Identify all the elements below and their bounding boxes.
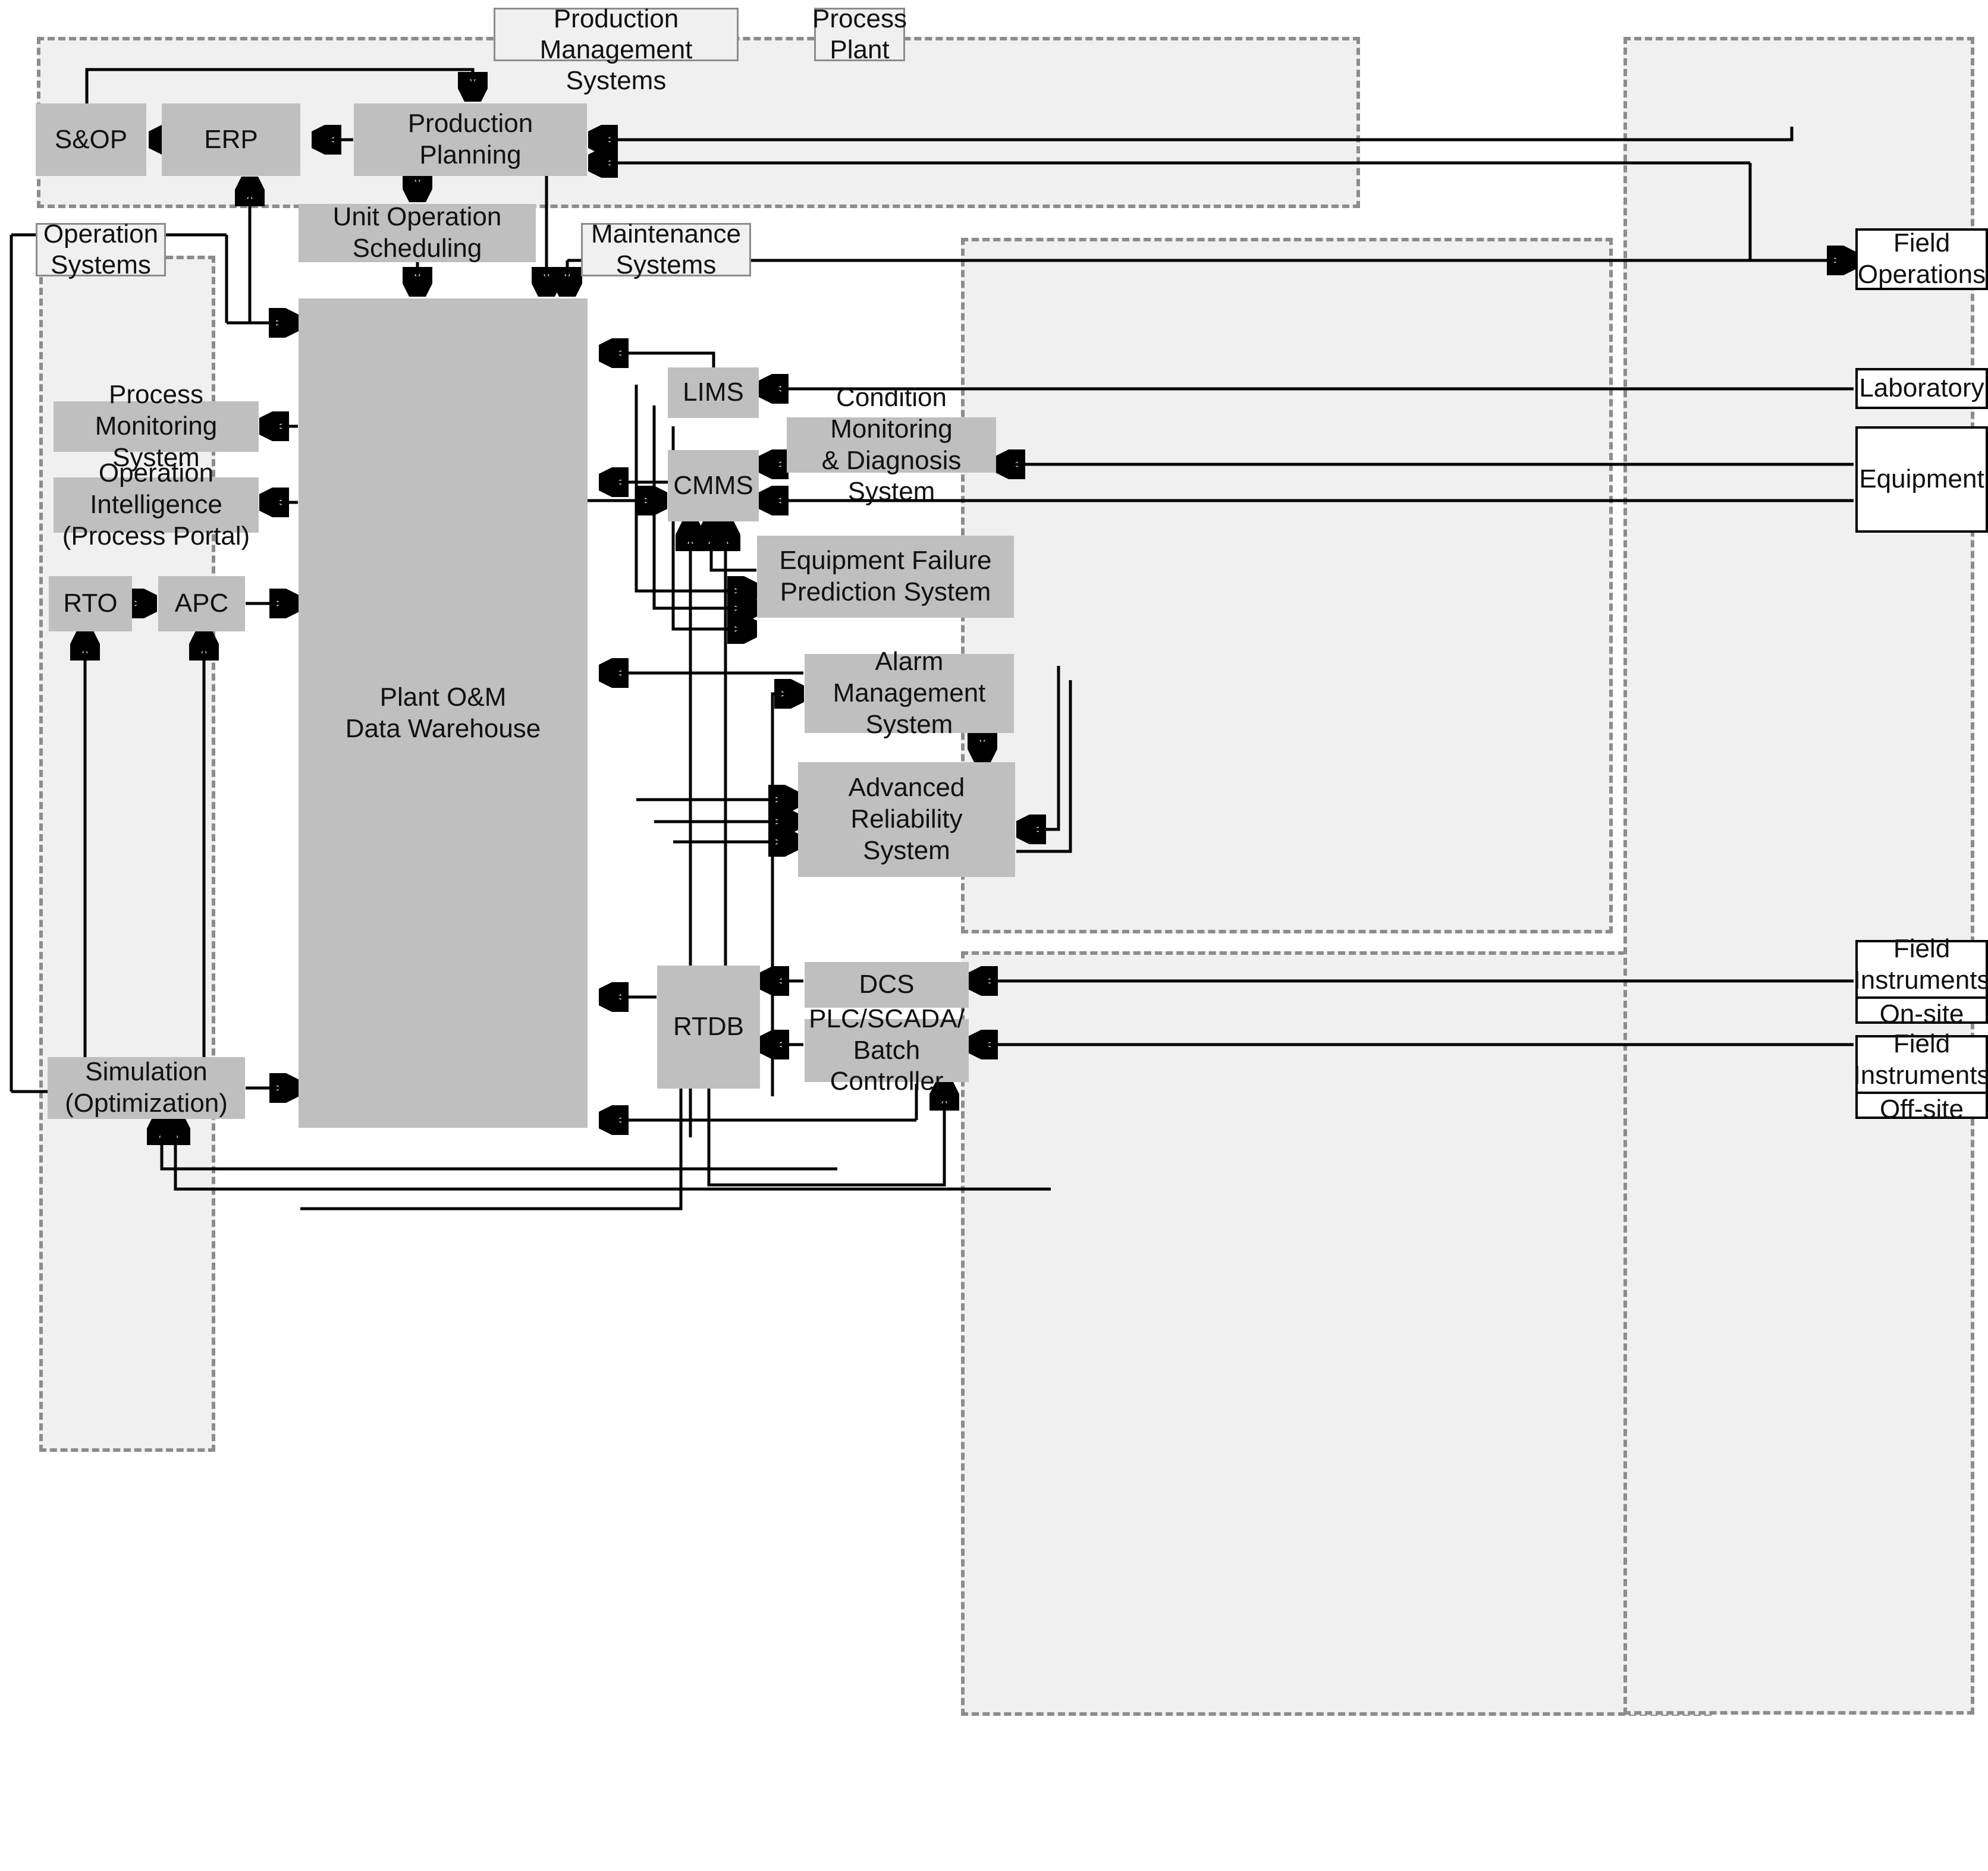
node-operation-intelligence: Operation Intelligence (Process Portal) <box>54 458 259 551</box>
node-erp: ERP <box>162 103 300 176</box>
plant-node-equipment: Equipment <box>1855 426 1988 533</box>
node-unit-operation-scheduling: Unit Operation Scheduling <box>299 202 536 263</box>
node-apc: APC <box>158 576 245 631</box>
group-region-control-systems <box>961 951 1711 1716</box>
diagram-canvas: S&OP ERP Production Planning Unit Operation… <box>0 0 1988 1871</box>
plant-node-field-instruments-offsite-title: Field Instruments <box>1854 1029 1988 1092</box>
node-sop-label: S&OP <box>54 124 128 154</box>
node-production-planning: Production Planning <box>354 103 587 176</box>
caption-process-plant: Process Plant <box>812 4 907 64</box>
node-alarm-management-system-label: Alarm Management System <box>833 647 986 739</box>
node-condition-monitoring: Condition Monitoring & Diagnosis System <box>787 383 996 506</box>
node-rto-label: RTO <box>63 589 118 618</box>
node-production-planning-label: Production Planning <box>407 109 533 169</box>
node-unit-operation-scheduling-label: Unit Operation Scheduling <box>332 202 502 263</box>
node-rtdb-label: RTDB <box>673 1012 744 1042</box>
caption-operation-systems: Operation Systems <box>36 219 166 279</box>
node-process-monitoring-system: Process Monitoring System <box>54 380 259 472</box>
node-advanced-reliability-system-label: Advanced Reliability System <box>848 773 965 865</box>
node-erp-label: ERP <box>204 124 258 154</box>
plant-node-laboratory-label: Laboratory <box>1859 373 1984 403</box>
caption-resource-production-management-label: Resource and Production Management Syste… <box>535 0 698 95</box>
plant-node-field-operations: Field Operations <box>1855 228 1988 290</box>
plant-node-laboratory: Laboratory <box>1855 368 1988 409</box>
plant-node-field-instruments-onsite: Field Instruments On-site <box>1854 934 1988 1029</box>
plant-node-field-operations-label: Field Operations <box>1857 228 1986 289</box>
node-simulation-label: Simulation (Optimization) <box>65 1057 228 1118</box>
node-equipment-failure-prediction-label: Equipment Failure Prediction System <box>779 546 992 606</box>
node-equipment-failure-prediction: Equipment Failure Prediction System <box>757 536 1014 618</box>
caption-maintenance-systems: Maintenance Systems <box>581 219 751 279</box>
plant-node-field-instruments-onsite-sub-label: On-site <box>1879 999 1964 1029</box>
node-alarm-management-system: Alarm Management System <box>805 647 1014 739</box>
plant-node-equipment-label: Equipment <box>1859 464 1984 494</box>
node-rtdb: RTDB <box>657 966 760 1089</box>
node-condition-monitoring-label: Condition Monitoring & Diagnosis System <box>821 382 962 507</box>
node-plc-scada-batch-controller-label: PLC/SCADA/ Batch Controller <box>809 1004 965 1096</box>
caption-process-plant-label: Process Plant <box>812 4 907 64</box>
node-cmms-label: CMMS <box>673 470 753 500</box>
plant-node-field-instruments-onsite-sub: On-site <box>1858 996 1986 1030</box>
node-lims: LIMS <box>668 367 759 418</box>
node-dcs-label: DCS <box>859 970 915 999</box>
node-lims-label: LIMS <box>683 378 744 407</box>
node-plant-om-data-warehouse: Plant O&M Data Warehouse <box>299 298 588 1128</box>
plant-node-field-instruments-offsite-sub: Off-site <box>1858 1091 1986 1125</box>
plant-node-field-instruments-offsite: Field Instruments Off-site <box>1854 1029 1988 1124</box>
node-simulation: Simulation (Optimization) <box>48 1057 245 1119</box>
node-dcs: DCS <box>805 962 969 1008</box>
node-apc-label: APC <box>174 589 229 618</box>
caption-resource-production-management: Resource and Production Management Syste… <box>494 0 739 95</box>
node-plc-scada-batch-controller: PLC/SCADA/ Batch Controller <box>805 1004 969 1096</box>
node-rto: RTO <box>49 576 132 631</box>
node-advanced-reliability-system: Advanced Reliability System <box>798 762 1015 877</box>
node-sop: S&OP <box>36 103 146 176</box>
plant-node-field-instruments-offsite-sub-label: Off-site <box>1879 1094 1964 1124</box>
node-cmms: CMMS <box>668 450 759 521</box>
plant-node-field-instruments-offsite-title-label: Field Instruments <box>1853 1029 1988 1090</box>
caption-maintenance-systems-label: Maintenance Systems <box>591 219 741 279</box>
plant-node-field-instruments-onsite-title: Field Instruments <box>1854 933 1988 996</box>
plant-node-field-instruments-onsite-title-label: Field Instruments <box>1853 934 1988 995</box>
group-region-maintenance-systems <box>961 238 1613 933</box>
node-operation-intelligence-label: Operation Intelligence (Process Portal) <box>62 458 250 551</box>
caption-operation-systems-label: Operation Systems <box>43 219 159 279</box>
node-plant-om-data-warehouse-label: Plant O&M Data Warehouse <box>345 682 541 743</box>
